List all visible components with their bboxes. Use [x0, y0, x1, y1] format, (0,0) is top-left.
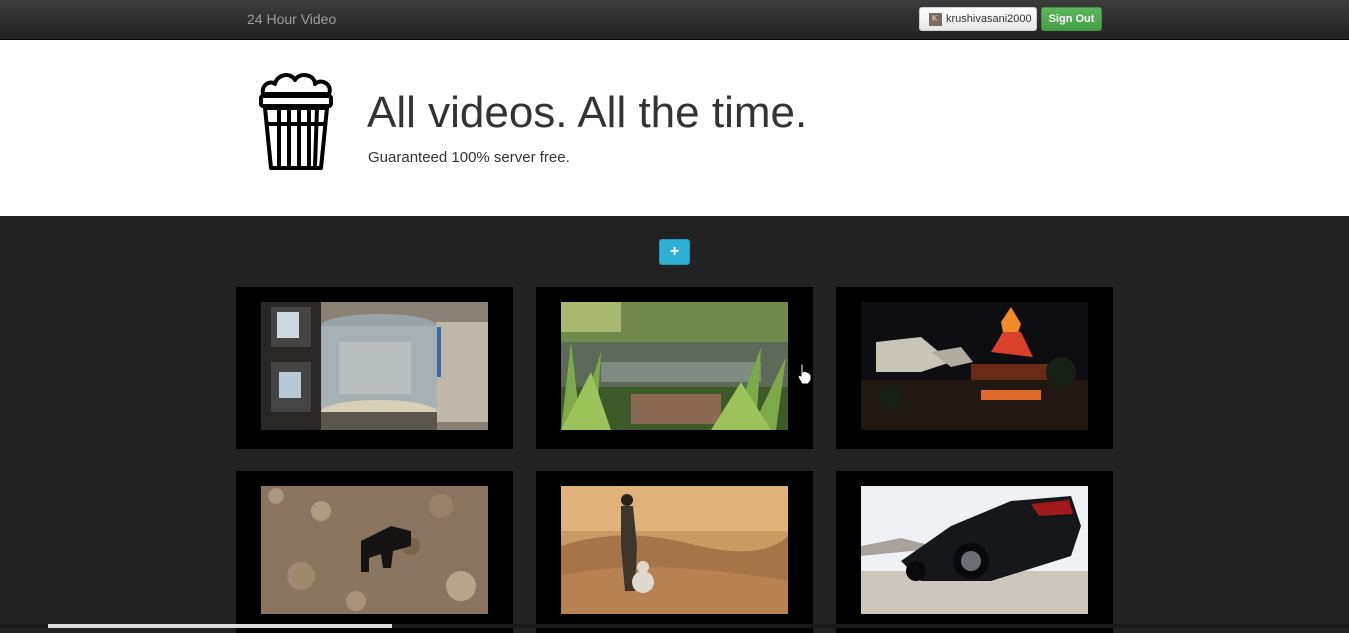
pointer-cursor-icon — [797, 363, 812, 385]
bottom-strip — [0, 624, 1349, 628]
popcorn-bucket-icon — [259, 73, 333, 170]
video-card[interactable] — [836, 471, 1113, 633]
video-card[interactable] — [836, 287, 1113, 449]
brand-link[interactable]: 24 Hour Video — [247, 11, 336, 27]
video-card[interactable] — [536, 471, 813, 633]
video-card[interactable] — [236, 471, 513, 633]
user-avatar — [929, 12, 942, 26]
video-card[interactable] — [536, 287, 813, 449]
video-card[interactable] — [236, 287, 513, 449]
add-video-button[interactable]: + — [659, 239, 690, 265]
sign-out-button[interactable]: Sign Out — [1041, 7, 1102, 31]
video-thumbnail-forest-stream[interactable] — [561, 302, 788, 430]
bottom-strip-segment — [48, 624, 392, 628]
top-navbar: 24 Hour Video krushivasani2000 Sign Out — [0, 0, 1349, 40]
video-thumbnail-water-tank[interactable] — [261, 302, 488, 430]
plus-icon: + — [669, 243, 680, 260]
video-thumbnail-desert-droid[interactable] — [561, 486, 788, 614]
username-label: krushivasani2000 — [946, 13, 1032, 25]
video-thumbnail-dog-rocks[interactable] — [261, 486, 488, 614]
user-profile-button[interactable]: krushivasani2000 — [919, 7, 1037, 31]
video-thumbnail-volcano-night[interactable] — [861, 302, 1088, 430]
page-subtitle: Guaranteed 100% server free. — [368, 149, 570, 166]
video-thumbnail-sports-car[interactable] — [861, 486, 1088, 614]
page-title: All videos. All the time. — [367, 88, 808, 137]
